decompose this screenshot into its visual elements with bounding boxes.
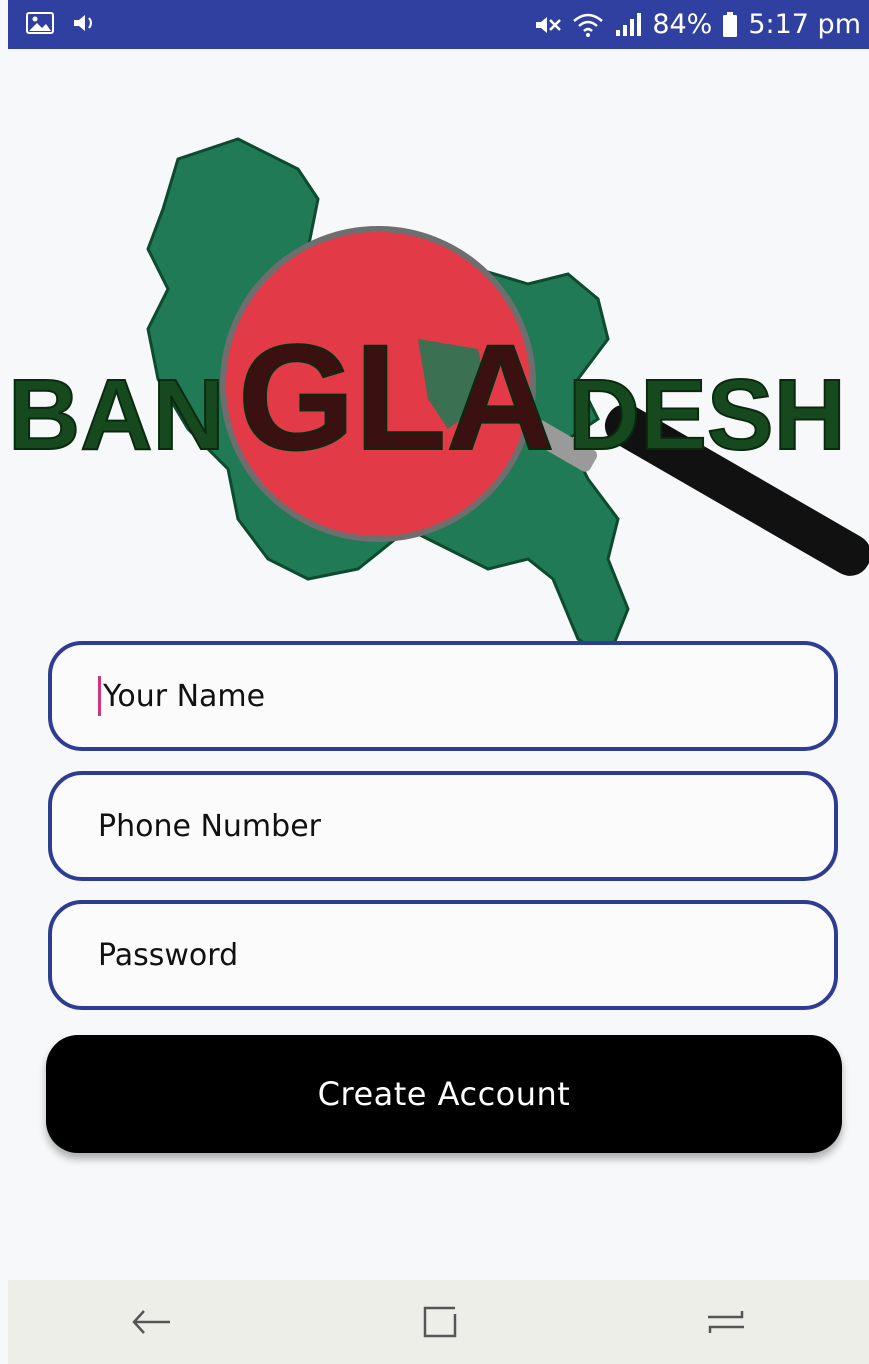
status-bar: 84% 5:17 pm: [8, 0, 869, 49]
recents-button[interactable]: [399, 1292, 479, 1352]
phone-placeholder: Phone Number: [98, 808, 321, 844]
name-placeholder: Your Name: [103, 678, 266, 714]
battery-level: 84%: [652, 9, 713, 40]
signal-icon: [614, 12, 642, 38]
logo-text-right: DESH: [568, 359, 846, 471]
bangladesh-logo: BAN GLA DESH: [8, 137, 869, 662]
password-field[interactable]: Password: [48, 900, 838, 1010]
gallery-icon: [26, 11, 54, 38]
create-account-button[interactable]: Create Account: [46, 1035, 842, 1153]
mute-icon: [534, 13, 562, 37]
logo-text-center: GLA: [238, 313, 555, 481]
wifi-icon: [572, 12, 604, 38]
logo-text-left: BAN: [8, 359, 225, 471]
volume-icon: [72, 12, 98, 38]
password-placeholder: Password: [98, 937, 239, 973]
phone-field[interactable]: Phone Number: [48, 771, 838, 881]
system-nav-bar: [8, 1280, 869, 1364]
text-cursor: [98, 676, 101, 716]
clock-time: 5:17 pm: [748, 9, 861, 40]
back-button[interactable]: [112, 1292, 192, 1352]
home-button[interactable]: [686, 1292, 766, 1352]
signup-screen: BAN GLA DESH Your Name Phone Number Pass…: [8, 49, 869, 1280]
back-icon: [131, 1310, 170, 1334]
home-icon: [707, 1311, 744, 1333]
name-field[interactable]: Your Name: [48, 641, 838, 751]
battery-icon: [722, 11, 738, 38]
recents-icon: [423, 1306, 456, 1338]
